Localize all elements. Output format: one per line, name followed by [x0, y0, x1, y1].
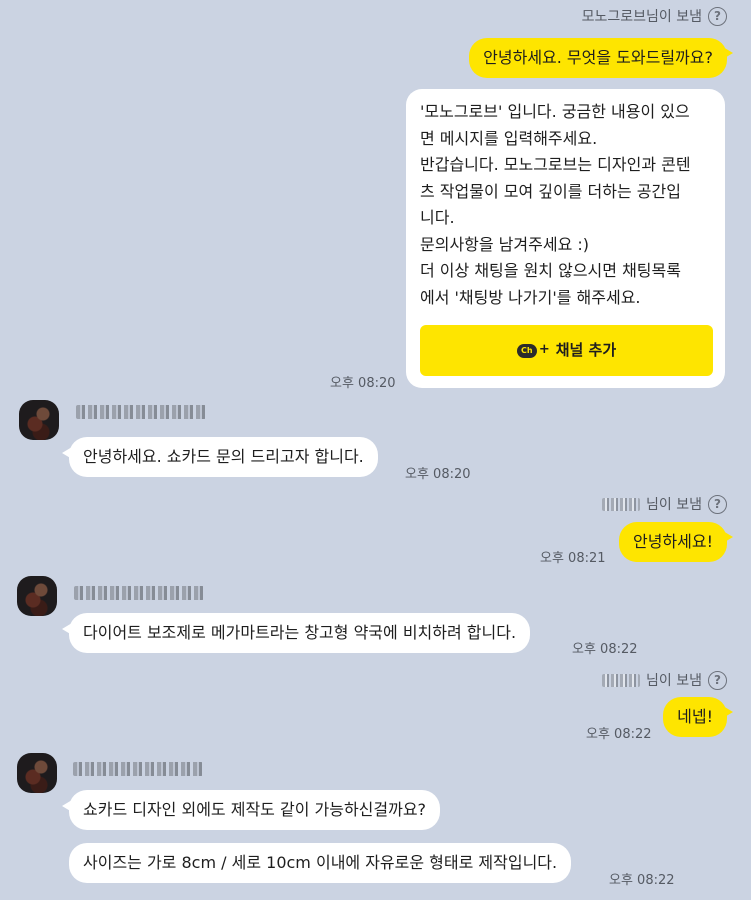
timestamp: 오후 08:20	[405, 467, 471, 482]
timestamp: 오후 08:22	[572, 642, 638, 657]
message-text: 안녕하세요. 쇼카드 문의 드리고자 합니다.	[83, 447, 364, 466]
agent-name-redacted	[602, 673, 641, 687]
user-message-bubble: 안녕하세요. 쇼카드 문의 드리고자 합니다.	[62, 437, 378, 477]
sender-suffix-text: 님이 보냄	[646, 497, 702, 513]
timestamp: 오후 08:22	[586, 727, 652, 742]
agent-reply-bubble: 네넵!	[663, 697, 733, 737]
card-line: 니다.	[420, 208, 455, 227]
avatar[interactable]	[17, 576, 57, 616]
avatar[interactable]	[19, 400, 59, 440]
timestamp: 오후 08:21	[540, 551, 606, 566]
user-name-redacted	[73, 762, 203, 776]
agent-name-redacted	[602, 497, 641, 511]
plus-icon: +	[538, 342, 550, 358]
card-line: 면 메시지를 입력해주세요.	[420, 128, 598, 148]
timestamp: 오후 08:20	[330, 376, 396, 391]
card-line: 문의사항을 남겨주세요 :)	[420, 234, 590, 254]
card-line: 츠 작업물이 모여 깊이를 더하는 공간입	[420, 181, 681, 201]
agent-sender-label: 님이 보냄 ?	[602, 494, 727, 514]
help-icon[interactable]: ?	[708, 6, 727, 26]
card-line: 반갑습니다. 모노그로브는 디자인과 콘텐	[420, 155, 691, 174]
add-channel-label: 채널 추가	[555, 341, 617, 360]
sender-name-text: 모노그로브님이 보냄	[581, 9, 702, 25]
card-line: 더 이상 채팅을 원치 않으시면 채팅목록	[420, 261, 681, 280]
user-name-redacted	[74, 586, 204, 600]
user-message-bubble: 다이어트 보조제로 메가마트라는 창고형 약국에 비치하려 합니다.	[61, 613, 531, 653]
avatar[interactable]	[17, 753, 57, 793]
message-text: 안녕하세요!	[632, 532, 713, 551]
channel-sender-label: 모노그로브님이 보냄 ?	[582, 6, 727, 26]
message-text: 쇼카드 디자인 외에도 제작도 같이 가능하신걸까요?	[83, 800, 427, 819]
help-icon[interactable]: ?	[708, 494, 727, 514]
message-text: 다이어트 보조제로 메가마트라는 창고형 약국에 비치하려 합니다.	[83, 623, 517, 642]
user-message-bubble: 사이즈는 가로 8cm / 세로 10cm 이내에 자유로운 형태로 제작입니다…	[69, 843, 572, 883]
help-icon[interactable]: ?	[708, 670, 727, 690]
card-line: '모노그로브' 입니다. 궁금한 내용이 있으	[420, 102, 690, 121]
user-name-redacted	[76, 405, 206, 419]
message-text: 네넵!	[677, 707, 713, 726]
agent-sender-label: 님이 보냄 ?	[602, 670, 727, 690]
sender-suffix-text: 님이 보냄	[646, 673, 702, 689]
user-message-bubble: 쇼카드 디자인 외에도 제작도 같이 가능하신걸까요?	[61, 790, 441, 830]
channel-welcome-card: '모노그로브' 입니다. 궁금한 내용이 있으 면 메시지를 입력해주세요. 반…	[406, 89, 725, 388]
message-text: 사이즈는 가로 8cm / 세로 10cm 이내에 자유로운 형태로 제작입니다…	[83, 853, 558, 872]
greeting-text: 안녕하세요. 무엇을 도와드릴까요?	[483, 48, 713, 67]
add-channel-button[interactable]: Ch + 채널 추가	[420, 325, 713, 376]
agent-reply-bubble: 안녕하세요!	[618, 522, 734, 562]
channel-greeting-bubble: 안녕하세요. 무엇을 도와드릴까요?	[469, 38, 733, 78]
timestamp: 오후 08:22	[609, 873, 675, 888]
channel-icon: Ch	[516, 343, 537, 358]
card-line: 에서 '채팅방 나가기'를 해주세요.	[420, 287, 641, 307]
